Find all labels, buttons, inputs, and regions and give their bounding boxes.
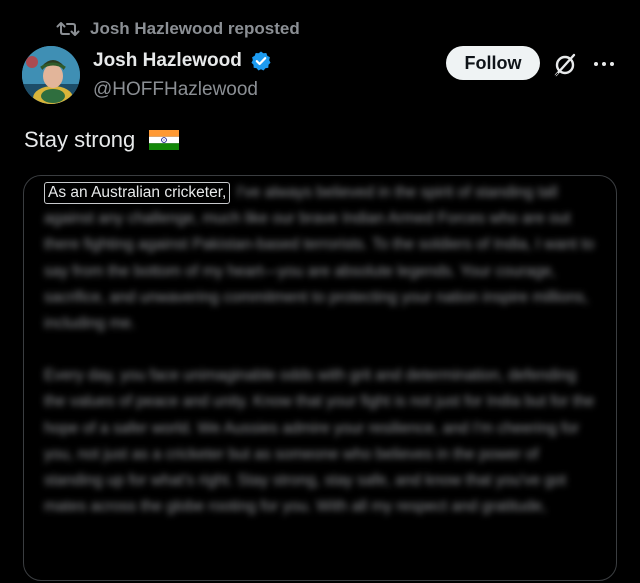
blurred-text-1: I've always believed in the spirit of st…	[44, 184, 595, 333]
tweet-text: Stay strong	[24, 127, 180, 153]
verified-badge-icon[interactable]	[250, 50, 272, 72]
author-name-text: Josh Hazlewood	[93, 50, 242, 71]
tweet-text-content: Stay strong	[24, 127, 136, 152]
india-flag-icon	[149, 130, 180, 150]
card-paragraph-1: As an Australian cricketer, I've always …	[44, 180, 596, 337]
more-options-icon[interactable]	[592, 52, 616, 76]
repost-indicator: Josh Hazlewood reposted	[56, 18, 300, 40]
avatar-photo	[22, 46, 80, 104]
author-name[interactable]: Josh Hazlewood	[93, 50, 272, 72]
follow-button[interactable]: Follow	[446, 46, 540, 80]
grok-icon[interactable]	[552, 52, 578, 78]
blurred-text-2: Every day, you face unimaginable odds wi…	[44, 367, 595, 516]
avatar[interactable]	[22, 46, 80, 104]
highlighted-phrase: As an Australian cricketer,	[44, 182, 231, 204]
card-text-block: As an Australian cricketer, I've always …	[44, 180, 596, 520]
repost-icon	[56, 22, 80, 36]
attached-image-card[interactable]: As an Australian cricketer, I've always …	[23, 175, 617, 581]
repost-label[interactable]: Josh Hazlewood reposted	[90, 19, 300, 39]
author-handle[interactable]: @HOFFHazlewood	[93, 79, 258, 101]
